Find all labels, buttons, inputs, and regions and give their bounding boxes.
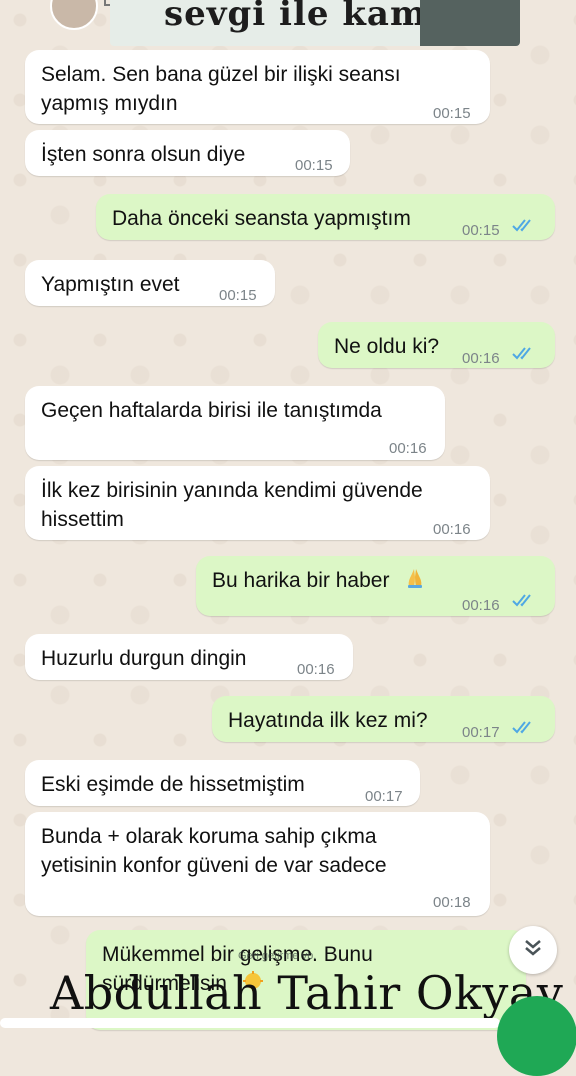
double-check-icon — [512, 592, 538, 608]
message-text: Bunda + olarak koruma sahip çıkma yetisi… — [41, 822, 387, 880]
message-bubble-outgoing[interactable]: Ne oldu ki? 00:16 — [318, 322, 555, 368]
message-text: Geçen haftalarda birisi ile tanıştımda — [41, 399, 382, 422]
banner-dark-block — [420, 0, 520, 46]
message-line: Bu harika bir haber — [212, 569, 390, 592]
message-text: Bu harika bir haber — [212, 566, 427, 595]
message-time: 00:16 — [433, 521, 471, 538]
message-time: 00:18 — [433, 894, 471, 911]
message-time: 00:15 — [295, 157, 333, 174]
message-text: Hayatında ilk kez mi? — [228, 709, 428, 732]
message-text: İlk kez birisinin yanında kendimi güvend… — [41, 476, 423, 534]
message-input-bar-edge — [0, 1018, 500, 1028]
message-bubble-outgoing[interactable]: Bu harika bir haber 00:16 — [196, 556, 555, 616]
message-line: Selam. Sen bana güzel bir ilişki seansı — [41, 63, 401, 86]
message-line: hissettim — [41, 508, 124, 531]
message-line: İlk kez birisinin yanında kendimi güvend… — [41, 479, 423, 502]
message-time: 00:15 — [219, 287, 257, 304]
message-time: 00:16 — [389, 440, 427, 457]
double-check-icon — [512, 719, 538, 735]
folded-hands-icon — [403, 566, 427, 590]
message-time: 00:17 — [462, 724, 500, 741]
top-banner: sevgi ile kam... — [110, 0, 520, 46]
message-time: 00:16 — [462, 350, 500, 367]
message-line: yetisinin konfor güveni de var sadece — [41, 854, 387, 877]
message-line: yapmış mıydın — [41, 92, 178, 115]
message-bubble-incoming[interactable]: Selam. Sen bana güzel bir ilişki seansı … — [25, 50, 490, 124]
message-text: Ne oldu ki? — [334, 335, 440, 358]
watermark-signature: Abdullah Tahir Okyay — [50, 966, 564, 1020]
overlay-caption: Geri getirme vb. — [238, 950, 317, 962]
message-text: Yapmıştın evet — [41, 273, 180, 296]
message-bubble-incoming[interactable]: Eski eşimde de hissetmiştim 00:17 — [25, 760, 420, 806]
message-bubble-incoming[interactable]: Bunda + olarak koruma sahip çıkma yetisi… — [25, 812, 490, 916]
message-bubble-outgoing[interactable]: Daha önceki seansta yapmıştım 00:15 — [96, 194, 555, 240]
message-text: Eski eşimde de hissetmiştim — [41, 773, 305, 796]
message-time: 00:16 — [297, 661, 335, 678]
message-time: 00:17 — [365, 788, 403, 805]
message-time: 00:16 — [462, 597, 500, 614]
message-text: Selam. Sen bana güzel bir ilişki seansı … — [41, 60, 401, 118]
message-bubble-incoming[interactable]: Yapmıştın evet 00:15 — [25, 260, 275, 306]
message-line: Bunda + olarak koruma sahip çıkma — [41, 825, 377, 848]
send-button[interactable] — [497, 996, 576, 1076]
message-bubble-incoming[interactable]: İşten sonra olsun diye 00:15 — [25, 130, 350, 176]
message-bubble-incoming[interactable]: İlk kez birisinin yanında kendimi güvend… — [25, 466, 490, 540]
double-chevron-down-icon — [522, 938, 544, 963]
message-text: Huzurlu durgun dingin — [41, 647, 247, 670]
message-time: 00:15 — [433, 105, 471, 122]
message-text: Daha önceki seansta yapmıştım — [112, 207, 411, 230]
message-text: İşten sonra olsun diye — [41, 143, 246, 166]
message-bubble-outgoing[interactable]: Hayatında ilk kez mi? 00:17 — [212, 696, 555, 742]
double-check-icon — [512, 345, 538, 361]
double-check-icon — [512, 217, 538, 233]
message-bubble-incoming[interactable]: Geçen haftalarda birisi ile tanıştımda 0… — [25, 386, 445, 460]
message-bubble-incoming[interactable]: Huzurlu durgun dingin 00:16 — [25, 634, 353, 680]
message-time: 00:15 — [462, 222, 500, 239]
